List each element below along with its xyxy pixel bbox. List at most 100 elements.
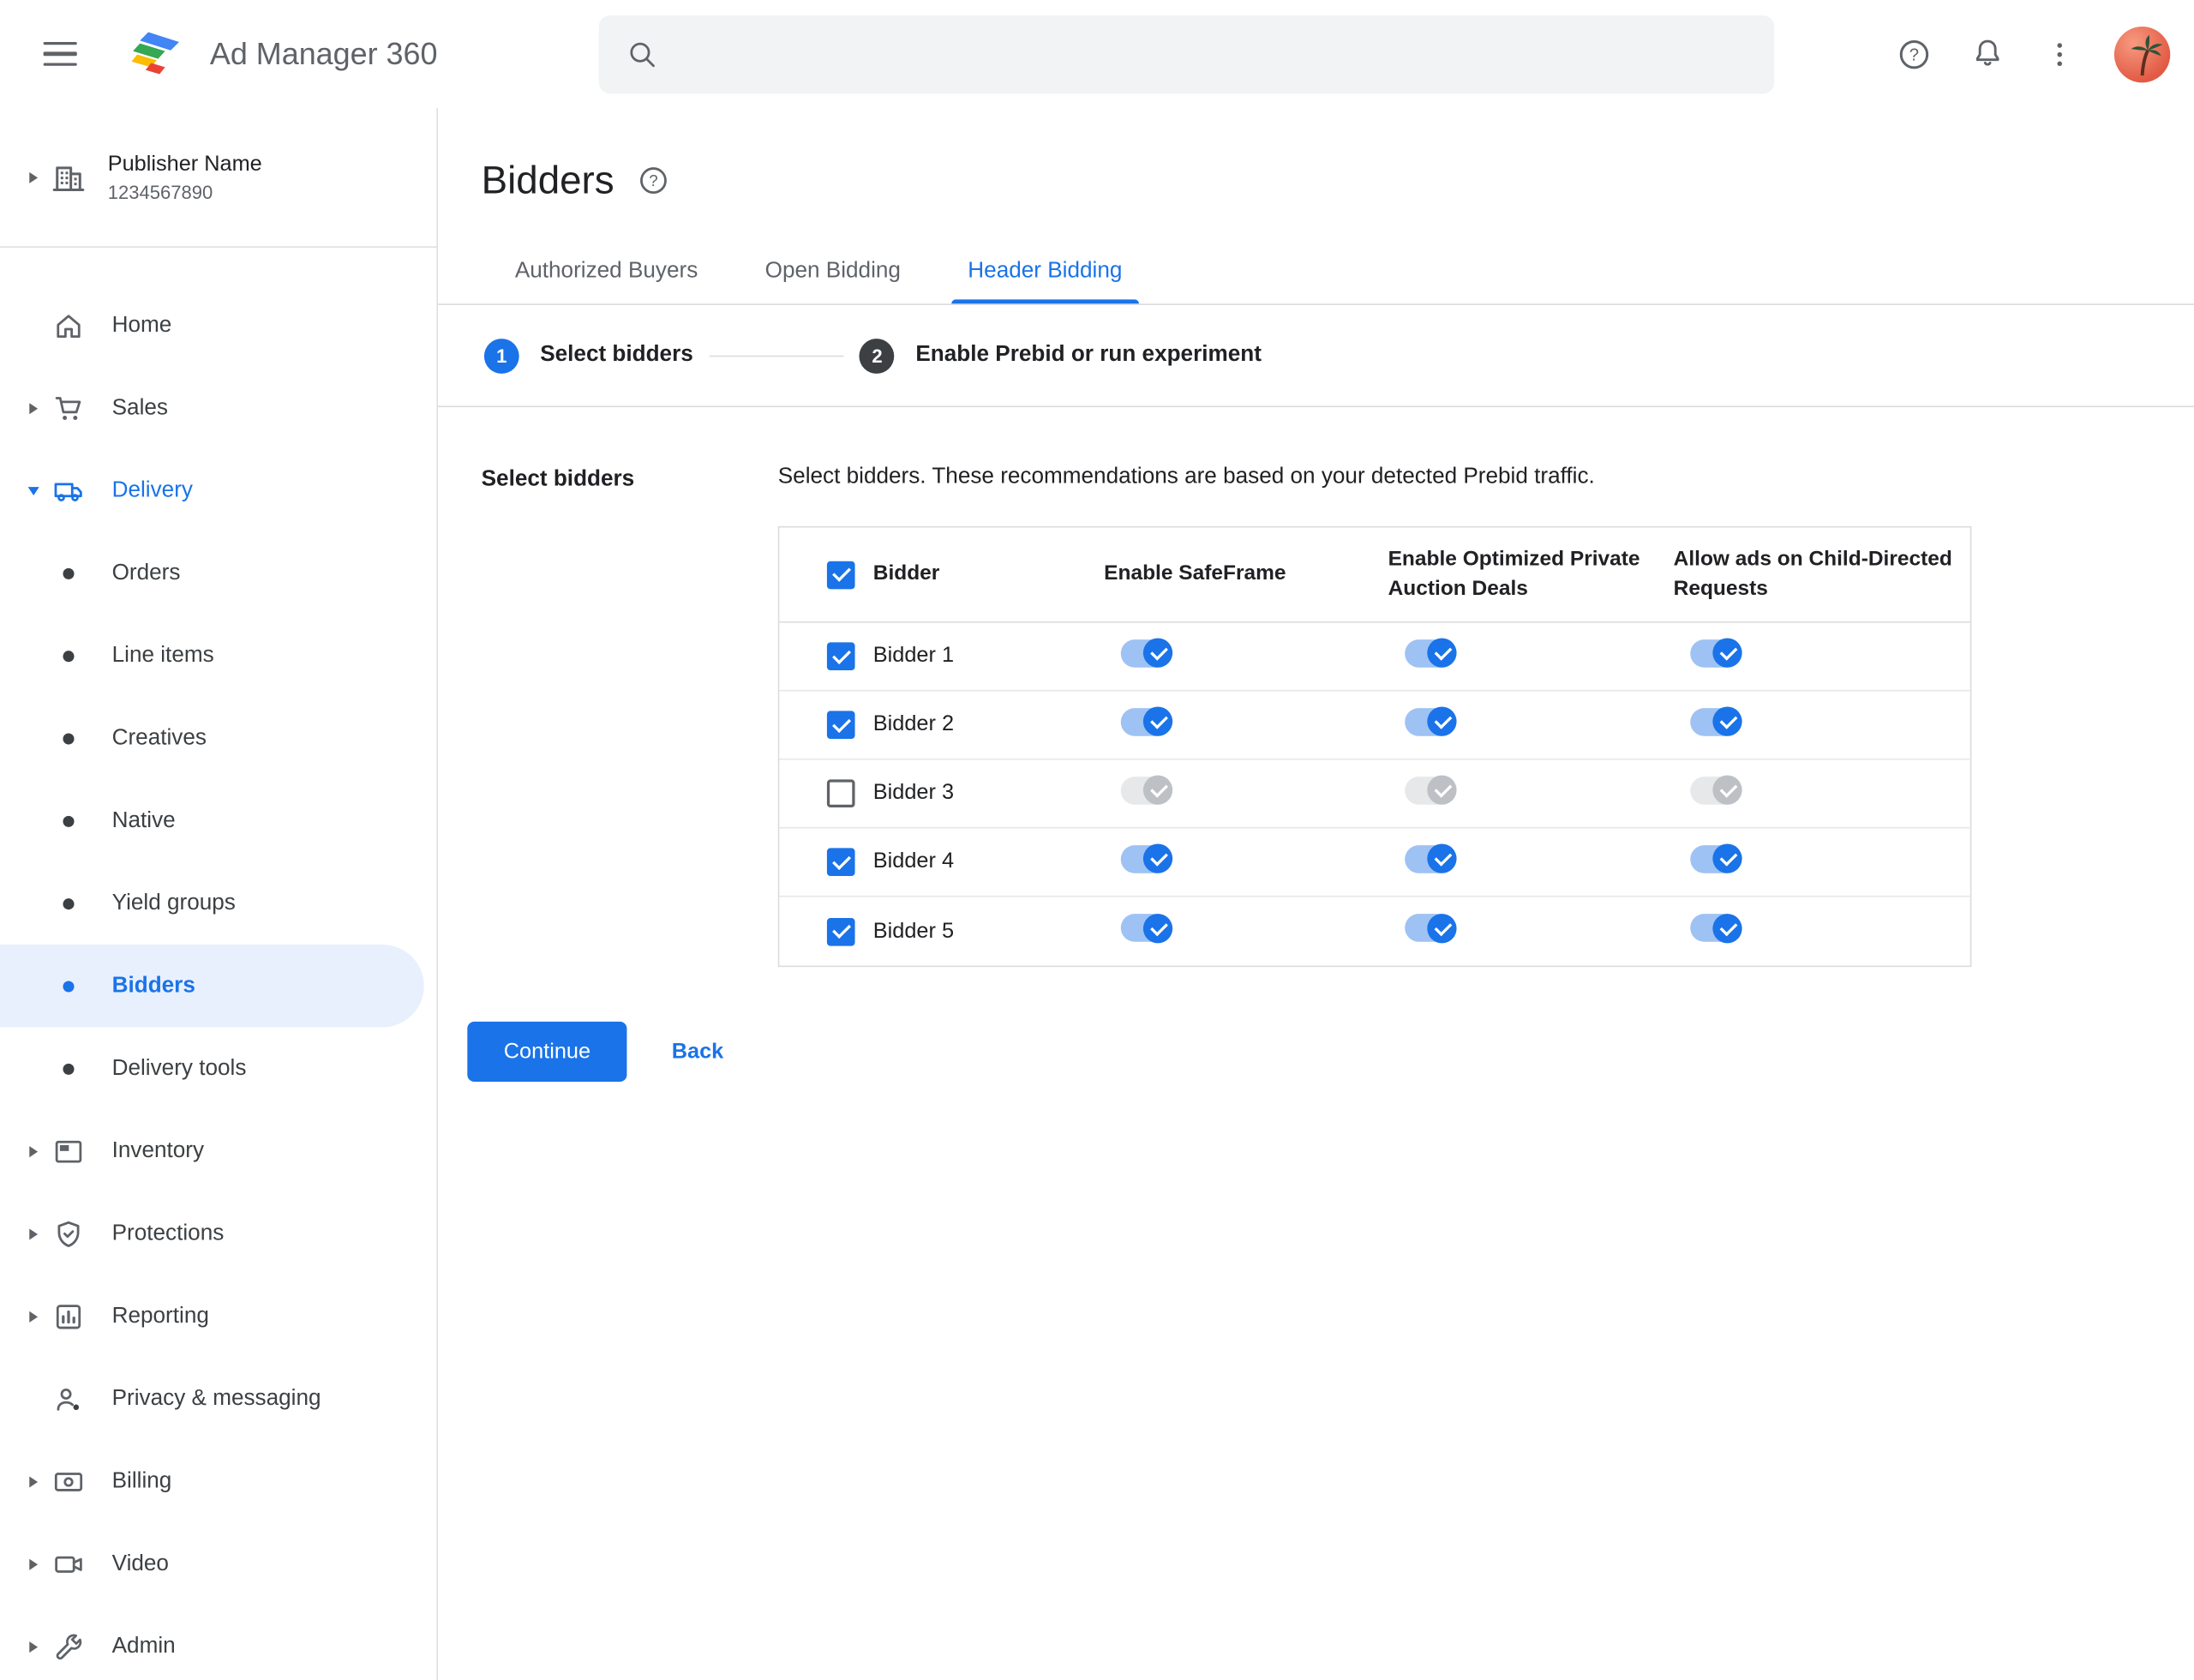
- continue-button[interactable]: Continue: [467, 1021, 627, 1083]
- sidebar-item-creatives[interactable]: Creatives: [0, 697, 424, 779]
- sidebar-item-admin[interactable]: Admin: [0, 1605, 424, 1680]
- app-title: Ad Manager 360: [209, 35, 438, 71]
- more-vert-icon[interactable]: [2041, 36, 2077, 72]
- sidebar-item-label: Yield groups: [111, 891, 236, 915]
- chevron-right-icon[interactable]: [29, 1310, 39, 1323]
- bidder-checkbox[interactable]: [826, 848, 855, 877]
- optimized-deals-toggle[interactable]: [1405, 843, 1457, 873]
- sidebar-item-privacy-messaging[interactable]: Privacy & messaging: [0, 1358, 424, 1440]
- chevron-right-icon[interactable]: [29, 171, 39, 183]
- sidebar-item-label: Delivery: [111, 477, 193, 502]
- chevron-right-icon[interactable]: [29, 1557, 39, 1570]
- section-description: Select bidders. These recommendations ar…: [777, 465, 1595, 489]
- sidebar-item-video[interactable]: Video: [0, 1522, 424, 1605]
- optimized-deals-toggle[interactable]: [1405, 913, 1457, 943]
- chevron-down-icon[interactable]: [27, 486, 39, 495]
- column-header-safeframe: Enable SafeFrame: [1104, 561, 1286, 586]
- svg-text:?: ?: [649, 171, 657, 189]
- column-header-child-directed: Allow ads on Child-Directed Requests: [1673, 547, 1952, 600]
- optimized-deals-toggle[interactable]: [1405, 638, 1457, 668]
- chevron-right-icon[interactable]: [29, 1641, 39, 1653]
- safeframe-toggle[interactable]: [1120, 913, 1173, 943]
- sidebar-item-label: Reporting: [111, 1303, 209, 1328]
- safeframe-toggle[interactable]: [1120, 843, 1173, 873]
- page-help-icon[interactable]: ?: [635, 162, 671, 198]
- bidder-name: Bidder 1: [872, 644, 955, 668]
- optimized-deals-toggle[interactable]: [1405, 706, 1457, 736]
- bullet-icon: [63, 567, 75, 579]
- truck-icon: [51, 474, 87, 507]
- chevron-right-icon[interactable]: [29, 1145, 39, 1157]
- stepper: 1 Select bidders 2 Enable Prebid or run …: [438, 305, 2194, 408]
- bidder-checkbox[interactable]: [826, 711, 855, 740]
- safeframe-toggle[interactable]: [1120, 706, 1173, 736]
- sidebar-item-protections[interactable]: Protections: [0, 1192, 424, 1275]
- sidebar-item-line-items[interactable]: Line items: [0, 615, 424, 697]
- column-header-optimized: Enable Optimized Private Auction Deals: [1388, 547, 1640, 600]
- bullet-icon: [63, 650, 75, 662]
- sidebar-item-home[interactable]: Home: [0, 284, 424, 366]
- sidebar-item-bidders[interactable]: Bidders: [0, 945, 424, 1028]
- optimized-deals-toggle[interactable]: [1405, 775, 1457, 805]
- child-directed-toggle[interactable]: [1690, 843, 1742, 873]
- ad-manager-logo-icon: [131, 28, 182, 79]
- bidder-checkbox[interactable]: [826, 642, 855, 671]
- table-row: Bidder 4: [779, 829, 1970, 897]
- search-input[interactable]: [680, 15, 1775, 94]
- sidebar-item-label: Home: [111, 312, 172, 337]
- sidebar-item-label: Creatives: [111, 725, 207, 750]
- section-label: Select bidders: [481, 467, 635, 492]
- child-directed-toggle[interactable]: [1690, 706, 1742, 736]
- bidder-checkbox[interactable]: [826, 779, 855, 808]
- inventory-icon: [51, 1134, 87, 1167]
- tab-open-bidding[interactable]: Open Bidding: [731, 239, 934, 303]
- child-directed-toggle[interactable]: [1690, 638, 1742, 668]
- table-row: Bidder 1: [779, 623, 1970, 692]
- sidebar-item-inventory[interactable]: Inventory: [0, 1110, 424, 1192]
- select-all-checkbox[interactable]: [826, 560, 855, 589]
- child-directed-toggle[interactable]: [1690, 913, 1742, 943]
- bidders-table: Bidder Enable SafeFrame Enable Optimized…: [777, 525, 1972, 968]
- search-bar[interactable]: [598, 15, 1775, 94]
- sidebar-item-label: Native: [111, 807, 176, 832]
- bidder-name: Bidder 4: [872, 849, 955, 873]
- sidebar-item-yield-groups[interactable]: Yield groups: [0, 862, 424, 945]
- notifications-bell-icon[interactable]: [1969, 36, 2005, 72]
- sidebar-item-delivery[interactable]: Delivery: [0, 449, 424, 531]
- bidder-checkbox[interactable]: [826, 917, 855, 945]
- billing-icon: [51, 1465, 87, 1498]
- sidebar-item-native[interactable]: Native: [0, 779, 424, 861]
- sidebar-item-delivery-tools[interactable]: Delivery tools: [0, 1027, 424, 1109]
- table-row: Bidder 3: [779, 760, 1970, 829]
- safeframe-toggle[interactable]: [1120, 638, 1173, 668]
- chevron-right-icon[interactable]: [29, 1475, 39, 1487]
- sidebar-item-orders[interactable]: Orders: [0, 531, 424, 614]
- bidder-name: Bidder 2: [872, 712, 955, 736]
- video-icon: [51, 1547, 87, 1581]
- sidebar-item-reporting[interactable]: Reporting: [0, 1275, 424, 1357]
- back-link[interactable]: Back: [672, 1039, 724, 1064]
- sidebar: Publisher Name 1234567890 Home Sales Del…: [0, 107, 439, 1680]
- sidebar-nav: Home Sales Delivery Orders Line items Cr…: [0, 248, 436, 1680]
- help-icon[interactable]: ?: [1896, 36, 1932, 72]
- sidebar-item-label: Inventory: [111, 1138, 205, 1162]
- sidebar-item-sales[interactable]: Sales: [0, 367, 424, 449]
- sidebar-item-label: Protections: [111, 1221, 225, 1245]
- page-title: Bidders: [481, 158, 614, 202]
- publisher-switcher[interactable]: Publisher Name 1234567890: [0, 108, 437, 248]
- table-header-row: Bidder Enable SafeFrame Enable Optimized…: [779, 528, 1970, 623]
- account-avatar[interactable]: [2113, 26, 2171, 82]
- step-connector: [710, 354, 845, 357]
- tab-header-bidding[interactable]: Header Bidding: [934, 239, 1155, 304]
- step-2-label: Enable Prebid or run experiment: [915, 342, 1262, 367]
- child-directed-toggle[interactable]: [1690, 775, 1742, 805]
- sidebar-item-label: Admin: [111, 1634, 176, 1658]
- chevron-right-icon[interactable]: [29, 1227, 39, 1239]
- cart-icon: [51, 391, 87, 424]
- safeframe-toggle[interactable]: [1120, 775, 1173, 805]
- sidebar-item-billing[interactable]: Billing: [0, 1440, 424, 1522]
- tab-authorized-buyers[interactable]: Authorized Buyers: [482, 239, 732, 303]
- bullet-icon: [63, 732, 75, 744]
- chevron-right-icon[interactable]: [29, 402, 39, 414]
- menu-icon[interactable]: [43, 37, 77, 70]
